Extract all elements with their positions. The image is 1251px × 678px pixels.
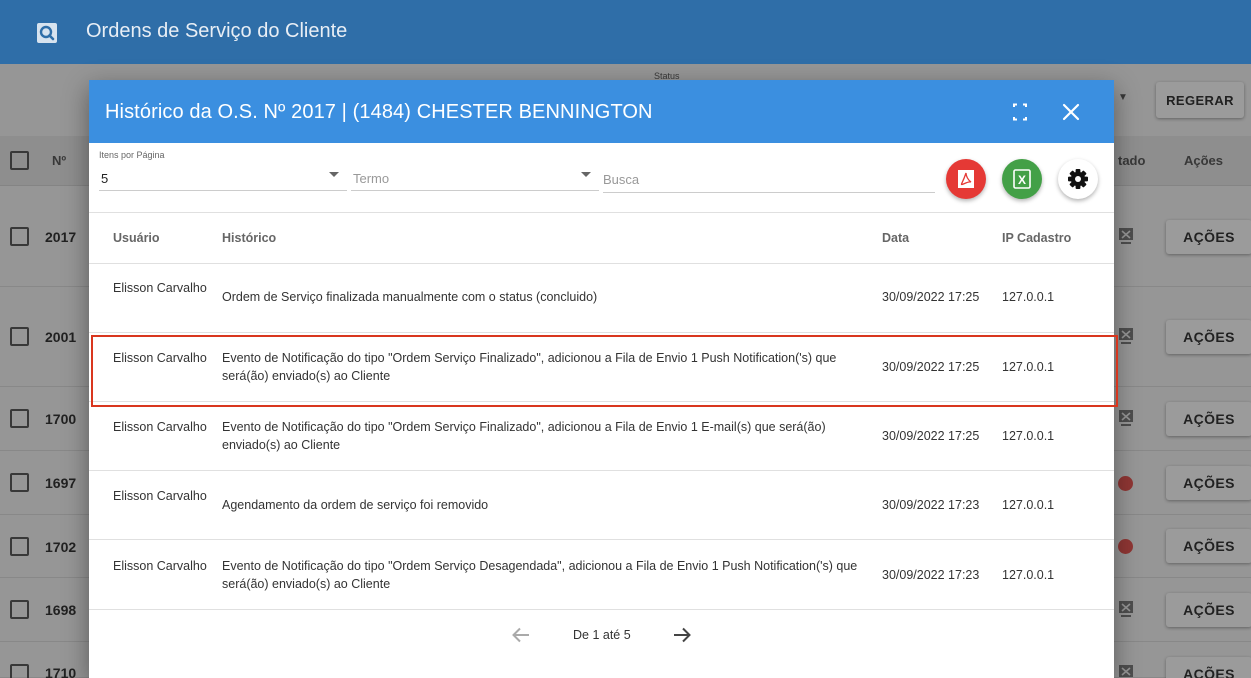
history-date: 30/09/2022 17:25	[882, 429, 980, 443]
arrow-left-icon	[510, 627, 532, 648]
dialog-toolbar: Itens por Página 5 Termo X	[89, 143, 1114, 212]
dialog-header: Histórico da O.S. Nº 2017 | (1484) CHEST…	[89, 80, 1114, 143]
history-ip: 127.0.0.1	[1002, 429, 1055, 443]
history-row[interactable]: Elisson Carvalho Evento de Notificação d…	[89, 402, 1114, 471]
history-ip: 127.0.0.1	[1002, 290, 1055, 304]
column-header-ip[interactable]: IP Cadastro	[1002, 231, 1071, 245]
history-table-header: Usuário Histórico Data IP Cadastro	[89, 212, 1114, 264]
app-header: Ordens de Serviço do Cliente	[0, 0, 1251, 64]
per-page-label: Itens por Página	[99, 150, 165, 160]
column-header-date[interactable]: Data	[882, 231, 909, 245]
history-user: Elisson Carvalho	[113, 489, 207, 503]
previous-page-button[interactable]	[510, 625, 532, 645]
history-date: 30/09/2022 17:25	[882, 290, 980, 304]
history-dialog: Histórico da O.S. Nº 2017 | (1484) CHEST…	[89, 80, 1118, 678]
history-row[interactable]: Elisson Carvalho Ordem de Serviço finali…	[89, 264, 1114, 333]
history-ip: 127.0.0.1	[1002, 360, 1055, 374]
fullscreen-button[interactable]	[1008, 102, 1032, 122]
export-excel-button[interactable]: X	[1002, 159, 1042, 199]
settings-button[interactable]	[1058, 159, 1098, 199]
arrow-right-icon	[671, 627, 693, 648]
history-row[interactable]: Elisson Carvalho Evento de Notificação d…	[89, 541, 1114, 610]
history-text: Evento de Notificação do tipo "Ordem Ser…	[222, 559, 858, 591]
close-icon	[1059, 103, 1083, 127]
history-text: Agendamento da ordem de serviço foi remo…	[222, 498, 489, 512]
next-page-button[interactable]	[671, 625, 693, 645]
history-text: Evento de Notificação do tipo "Ordem Ser…	[222, 351, 837, 383]
column-header-history[interactable]: Histórico	[222, 231, 276, 245]
history-row-highlighted[interactable]: Elisson Carvalho Evento de Notificação d…	[89, 333, 1118, 407]
pagination: De 1 até 5	[89, 610, 1114, 660]
history-date: 30/09/2022 17:23	[882, 568, 980, 582]
per-page-select[interactable]: 5	[99, 165, 347, 191]
history-text: Evento de Notificação do tipo "Ordem Ser…	[222, 420, 826, 452]
close-button[interactable]	[1059, 100, 1083, 124]
term-select[interactable]: Termo	[351, 165, 599, 191]
history-date: 30/09/2022 17:25	[882, 360, 980, 374]
per-page-value: 5	[101, 171, 109, 186]
dialog-title: Histórico da O.S. Nº 2017 | (1484) CHEST…	[105, 101, 653, 123]
fullscreen-icon	[1008, 103, 1032, 125]
history-date: 30/09/2022 17:23	[882, 498, 980, 512]
page-info: De 1 até 5	[573, 628, 631, 642]
history-user: Elisson Carvalho	[113, 420, 207, 434]
history-user: Elisson Carvalho	[113, 351, 207, 365]
history-ip: 127.0.0.1	[1002, 568, 1055, 582]
chevron-down-icon	[581, 172, 591, 177]
term-placeholder: Termo	[353, 171, 390, 186]
search-icon[interactable]	[34, 20, 60, 46]
history-text: Ordem de Serviço finalizada manualmente …	[222, 290, 598, 304]
export-pdf-button[interactable]	[946, 159, 986, 199]
history-user: Elisson Carvalho	[113, 559, 207, 573]
excel-glyph: X	[1018, 173, 1026, 187]
search-input[interactable]	[603, 167, 935, 193]
history-user: Elisson Carvalho	[113, 281, 207, 295]
column-header-user[interactable]: Usuário	[113, 231, 160, 245]
history-ip: 127.0.0.1	[1002, 498, 1055, 512]
app-title: Ordens de Serviço do Cliente	[86, 20, 348, 42]
history-row[interactable]: Elisson Carvalho Agendamento da ordem de…	[89, 471, 1114, 540]
chevron-down-icon	[329, 172, 339, 177]
